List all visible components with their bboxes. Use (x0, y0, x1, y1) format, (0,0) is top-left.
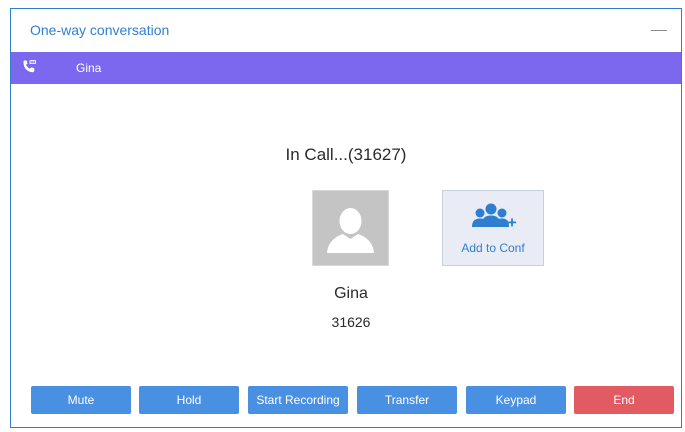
add-people-icon (472, 203, 516, 227)
mute-button[interactable]: Mute (31, 386, 131, 414)
avatar (312, 190, 389, 266)
peer-name: Gina (334, 285, 368, 302)
phone-call-icon (23, 60, 36, 73)
call-window: One-way conversation Gina In Call...(316… (10, 8, 682, 428)
person-silhouette-icon (327, 208, 374, 253)
hold-button[interactable]: Hold (139, 386, 239, 414)
transfer-button[interactable]: Transfer (357, 386, 457, 414)
end-call-button[interactable]: End (574, 386, 674, 414)
peer-number: 31626 (331, 314, 371, 330)
contact-bar: Gina (11, 52, 681, 84)
window-title: One-way conversation (30, 22, 170, 38)
add-to-conf-label: Add to Conf (461, 241, 525, 255)
add-to-conf-button[interactable]: Add to Conf (442, 190, 544, 266)
minimize-button[interactable] (651, 30, 667, 31)
title-bar: One-way conversation (11, 9, 681, 51)
contact-name: Gina (76, 61, 102, 75)
call-status: In Call...(31627) (285, 145, 407, 164)
keypad-button[interactable]: Keypad (466, 386, 566, 414)
start-recording-button[interactable]: Start Recording (248, 386, 348, 414)
